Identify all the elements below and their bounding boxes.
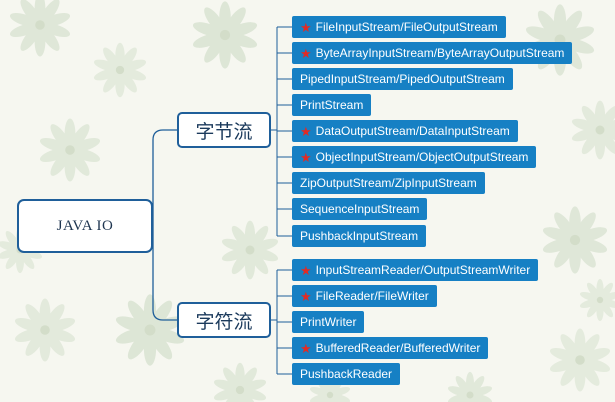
leaf-label: InputStreamReader/OutputStreamWriter (315, 263, 531, 277)
star-icon: ★ (300, 45, 312, 61)
leaf-sequence-stream: SequenceInputStream (292, 198, 428, 220)
leaf-label: PrintWriter (300, 315, 357, 329)
star-icon: ★ (300, 288, 312, 304)
leaf-bytearray-streams: ★ ByteArrayInputStream/ByteArrayOutputSt… (292, 42, 573, 64)
leaf-label: ZipOutputStream/ZipInputStream (300, 176, 477, 190)
leaf-label: PipedInputStream/PipedOutputStream (300, 72, 505, 86)
leaf-print-writer: PrintWriter (292, 311, 365, 333)
connector-bytes-leaves (271, 26, 292, 237)
leaf-piped-streams: PipedInputStream/PipedOutputStream (292, 68, 513, 90)
leaf-pushback-reader: PushbackReader (292, 363, 401, 385)
leaf-label: PushbackInputStream (300, 229, 419, 243)
leaf-label: PushbackReader (300, 367, 393, 381)
leaf-label: PrintStream (300, 98, 364, 112)
star-icon: ★ (300, 123, 312, 139)
star-icon: ★ (300, 149, 312, 165)
branch-label: 字符流 (195, 310, 253, 333)
leaf-label: SequenceInputStream (300, 202, 420, 216)
leaf-label: FileInputStream/FileOutputStream (315, 20, 498, 34)
star-icon: ★ (300, 262, 312, 278)
leaf-buffered-reader-writer: ★ BufferedReader/BufferedWriter (292, 337, 489, 359)
leaf-label: BufferedReader/BufferedWriter (315, 341, 481, 355)
leaf-file-streams: ★ FileInputStream/FileOutputStream (292, 16, 506, 38)
root-label: JAVA IO (56, 217, 114, 234)
star-icon: ★ (300, 19, 312, 35)
branch-char-streams: 字符流 (177, 302, 271, 338)
leaf-object-streams: ★ ObjectInputStream/ObjectOutputStream (292, 146, 537, 168)
leaf-zip-streams: ZipOutputStream/ZipInputStream (292, 172, 485, 194)
leaf-file-reader-writer: ★ FileReader/FileWriter (292, 285, 437, 307)
connector-chars-leaves (271, 269, 292, 375)
connector-root-to-bytes (152, 129, 177, 226)
leaf-label: ByteArrayInputStream/ByteArrayOutputStre… (315, 46, 565, 60)
leaf-label: DataOutputStream/DataInputStream (315, 124, 510, 138)
leaf-pushback-stream: PushbackInputStream (292, 225, 427, 247)
branch-label: 字节流 (195, 120, 253, 143)
root-node: JAVA IO (17, 199, 153, 253)
leaf-data-streams: ★ DataOutputStream/DataInputStream (292, 120, 518, 142)
connector-root-to-chars (152, 226, 177, 321)
mind-map: JAVA IO 字节流 字符流 ★ FileInputStream/FileOu… (0, 0, 615, 402)
leaf-label: FileReader/FileWriter (315, 289, 429, 303)
leaf-print-stream: PrintStream (292, 94, 372, 116)
star-icon: ★ (300, 340, 312, 356)
leaf-stream-reader-writer: ★ InputStreamReader/OutputStreamWriter (292, 259, 539, 281)
leaf-label: ObjectInputStream/ObjectOutputStream (315, 150, 529, 164)
branch-byte-streams: 字节流 (177, 112, 271, 148)
